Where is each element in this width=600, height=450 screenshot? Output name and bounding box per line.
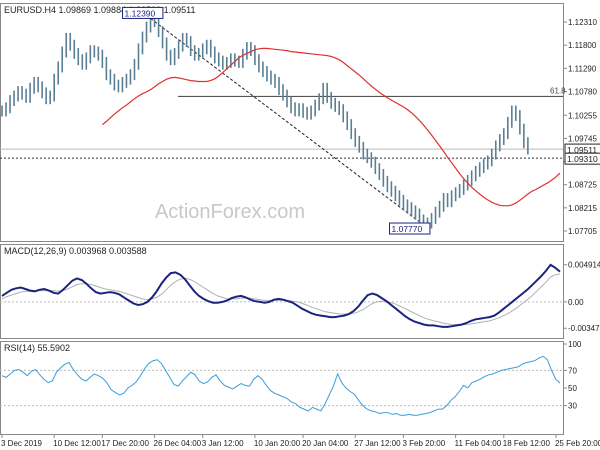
chart-canvas: ActionForex.com EURUSD.H4 1.09869 1.0988…	[0, 3, 600, 448]
trend-line	[150, 18, 428, 229]
x-tick-label: 18 Feb 12:00	[503, 439, 551, 448]
x-tick-label: 26 Dec 04:00	[154, 439, 202, 448]
price-axis-tick-label: 1.08215	[568, 204, 597, 213]
price-axis-tick-label: 1.09745	[568, 134, 597, 143]
macd-plot: 0.004914 0.00 -0.003476	[0, 261, 600, 333]
price-axis-tick-label: 1.12310	[568, 18, 597, 27]
price-axis-tick-label: 1.10255	[568, 111, 597, 120]
x-tick-label: 3 Jan 12:00	[202, 439, 244, 448]
price-axis-tick-label: 1.08725	[568, 181, 597, 190]
x-tick-label: 25 Feb 20:00	[555, 439, 600, 448]
rsi-plot: 100 70 50 30	[0, 340, 582, 416]
rsi-axis-tick-label: 70	[568, 366, 577, 375]
price-axis-tick-label: 1.10780	[568, 87, 597, 96]
x-tick-label: 17 Dec 20:00	[101, 439, 149, 448]
x-tick-label: 3 Dec 2019	[1, 439, 42, 448]
rsi-panel-title: RSI(14) 55.5902	[4, 343, 70, 353]
rsi-axis-tick-label: 50	[568, 384, 577, 393]
rsi-axis-tick-label: 100	[568, 340, 582, 349]
macd-panel-frame	[0, 244, 564, 339]
fib-label: 61.8	[550, 86, 566, 95]
rsi-axis-tick-label: 30	[568, 402, 577, 411]
macd-panel-title: MACD(12,26,9) 0.003968 0.003588	[4, 246, 147, 256]
x-tick-label: 27 Jan 12:00	[354, 439, 401, 448]
x-tick-label: 3 Feb 20:00	[402, 439, 445, 448]
support-price-label: 1.09310	[567, 154, 598, 164]
x-tick-label: 10 Jan 20:00	[254, 439, 301, 448]
watermark: ActionForex.com	[155, 201, 305, 223]
x-axis: 3 Dec 2019 10 Dec 12:00 17 Dec 20:00 26 Dec…	[1, 435, 600, 448]
macd-line	[1, 263, 561, 328]
moving-average-line	[102, 47, 561, 207]
rsi-panel-frame	[0, 341, 564, 435]
macd-axis-tick-label: 0.00	[568, 298, 584, 307]
price-panel-title: EURUSD.H4 1.09869 1.09884 1.09509 1.0951…	[4, 5, 195, 15]
macd-axis-tick-label: 0.004914	[568, 261, 600, 270]
price-axis-tick-label: 1.11800	[568, 41, 597, 50]
price-axis-tick-label: 1.07705	[568, 227, 597, 236]
bottom-price-label: 1.07770	[392, 224, 423, 234]
x-tick-label: 20 Jan 04:00	[302, 439, 349, 448]
x-tick-label: 11 Feb 04:00	[455, 439, 502, 448]
rsi-line	[1, 355, 561, 416]
macd-axis-tick-label: -0.003476	[568, 324, 600, 333]
x-tick-label: 10 Dec 12:00	[53, 439, 101, 448]
price-axis-tick-label: 1.11290	[568, 64, 597, 73]
top-price-label: 1.12390	[125, 8, 156, 18]
